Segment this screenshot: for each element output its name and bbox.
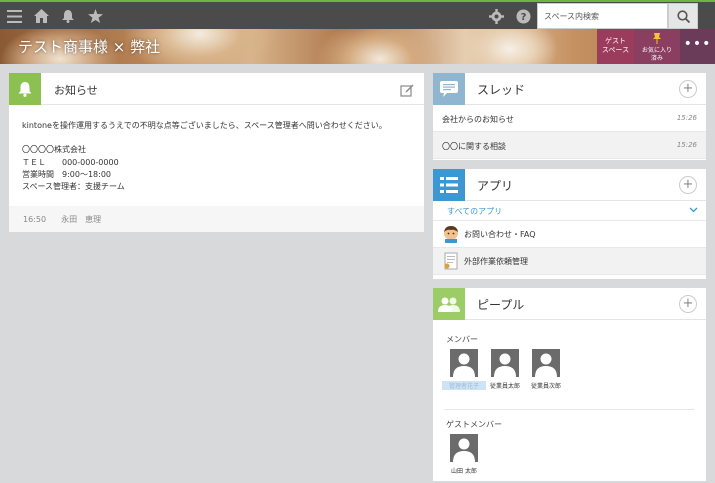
add-member-button[interactable]: + [679, 295, 697, 313]
member-card[interactable]: 管理者花子 [442, 349, 486, 390]
notice-body: kintoneを操作運用するうえでの不明な点等ございましたら、スペース管理者へ問… [22, 121, 387, 192]
people-panel: ピープル + メンバー 管理者花子 従業員太郎 従業員次郎 ゲストメンバー 山田… [433, 288, 706, 481]
people-title: ピープル [477, 298, 525, 312]
apps-title: アプリ [477, 179, 514, 193]
app-list-icon [433, 169, 465, 201]
apps-panel: アプリ + すべてのアプリ お問い合わせ・FAQ 外部作業依頼管理 [433, 169, 706, 279]
threads-title: スレッド [477, 83, 526, 97]
more-options-button[interactable]: ••• [680, 29, 715, 64]
thread-item[interactable]: 会社からのお知らせ 15:26 [433, 105, 706, 132]
member-card[interactable]: 従業員太郎 [483, 349, 527, 390]
app-item[interactable]: 外部作業依頼管理 [433, 248, 706, 275]
notice-panel: お知らせ kintoneを操作運用するうえでの不明な点等ございましたら、スペース… [9, 73, 424, 232]
app-item[interactable]: お問い合わせ・FAQ [433, 221, 706, 248]
notice-author[interactable]: 永田 恵理 [61, 215, 101, 224]
space-search-input[interactable]: スペース内検索 [537, 3, 668, 29]
thread-bubble-icon [433, 73, 465, 105]
star-icon[interactable] [85, 6, 105, 26]
members-label: メンバー [446, 335, 478, 344]
menu-icon[interactable] [4, 6, 24, 26]
svg-text:?: ? [520, 12, 526, 23]
people-icon [433, 288, 465, 320]
chevron-down-icon [689, 207, 698, 213]
search-icon [676, 9, 690, 23]
apps-header: アプリ + [433, 169, 706, 201]
notice-title: お知らせ [54, 84, 98, 97]
edit-icon[interactable] [400, 82, 414, 97]
space-title: テスト商事様 × 弊社 [18, 38, 161, 56]
document-icon [444, 252, 458, 270]
faq-person-icon [444, 226, 458, 243]
notice-time: 16:50 [23, 215, 47, 224]
thread-item[interactable]: 〇〇に関する相談 15:26 [433, 132, 706, 159]
guest-space-badge[interactable]: ゲスト スペース [597, 29, 634, 64]
guest-member-card[interactable]: 山田 太郎 [442, 434, 486, 475]
member-card[interactable]: 従業員次郎 [524, 349, 568, 390]
avatar [532, 349, 560, 377]
top-bar: ? スペース内検索 [0, 0, 715, 29]
threads-panel: スレッド + 会社からのお知らせ 15:26 〇〇に関する相談 15:26 [433, 73, 706, 160]
avatar [450, 349, 478, 377]
help-icon[interactable]: ? [513, 6, 533, 26]
bell-icon [9, 73, 41, 105]
favorite-button[interactable]: お気に入り 済み [634, 29, 680, 64]
gear-icon[interactable] [486, 6, 506, 26]
threads-header: スレッド + [433, 73, 706, 105]
avatar [491, 349, 519, 377]
space-banner: テスト商事様 × 弊社 ゲスト スペース お気に入り 済み ••• [0, 29, 715, 64]
home-icon[interactable] [31, 6, 51, 26]
search-button[interactable] [668, 3, 698, 29]
favorite-pin-icon [653, 33, 661, 44]
people-header: ピープル + [433, 288, 706, 320]
notice-header: お知らせ [9, 73, 424, 105]
bell-icon[interactable] [58, 6, 78, 26]
avatar [450, 434, 478, 462]
all-apps-dropdown[interactable]: すべてのアプリ [433, 201, 706, 221]
add-app-button[interactable]: + [679, 176, 697, 194]
notice-footer: 16:50 永田 恵理 [9, 206, 424, 232]
guest-members-label: ゲストメンバー [446, 420, 502, 429]
add-thread-button[interactable]: + [679, 80, 697, 98]
divider [445, 409, 694, 410]
